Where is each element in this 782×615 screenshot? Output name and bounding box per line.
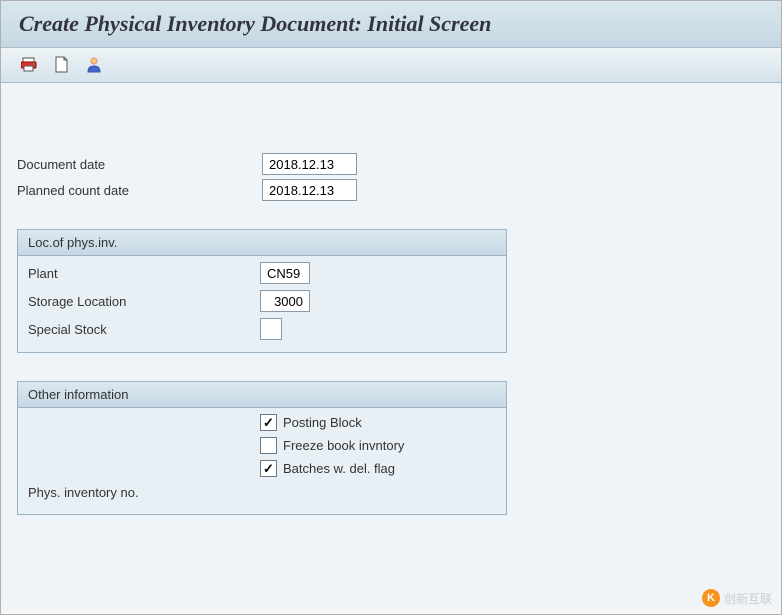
watermark-logo-icon: K xyxy=(702,589,720,607)
planned-count-input[interactable] xyxy=(262,179,357,201)
page-title: Create Physical Inventory Document: Init… xyxy=(19,11,763,37)
special-stock-row: Special Stock xyxy=(28,318,496,340)
storage-label: Storage Location xyxy=(28,292,260,311)
plant-input[interactable] xyxy=(260,262,310,284)
location-group-header: Loc.of phys.inv. xyxy=(18,230,506,256)
plant-row: Plant xyxy=(28,262,496,284)
header-bar: Create Physical Inventory Document: Init… xyxy=(1,1,781,48)
document-date-input[interactable] xyxy=(262,153,357,175)
storage-row: Storage Location xyxy=(28,290,496,312)
special-stock-label: Special Stock xyxy=(28,320,260,339)
watermark: K 创新互联 xyxy=(702,589,772,607)
other-info-header: Other information xyxy=(18,382,506,408)
storage-input[interactable] xyxy=(260,290,310,312)
toolbar xyxy=(1,48,781,83)
phys-inv-no-row: Phys. inventory no. xyxy=(28,483,496,502)
posting-block-checkbox[interactable]: ✓ xyxy=(260,414,277,431)
print-icon[interactable] xyxy=(19,54,41,76)
posting-block-label: Posting Block xyxy=(283,415,362,430)
freeze-book-checkbox[interactable] xyxy=(260,437,277,454)
planned-count-label: Planned count date xyxy=(17,181,262,200)
batches-row: ✓ Batches w. del. flag xyxy=(260,460,496,477)
document-icon[interactable] xyxy=(51,54,73,76)
batches-checkbox[interactable]: ✓ xyxy=(260,460,277,477)
freeze-book-row: Freeze book invntory xyxy=(260,437,496,454)
posting-block-row: ✓ Posting Block xyxy=(260,414,496,431)
content-area: Document date Planned count date Loc.of … xyxy=(1,83,781,606)
document-date-row: Document date xyxy=(17,153,765,175)
phys-inv-no-label: Phys. inventory no. xyxy=(28,483,260,502)
watermark-text: 创新互联 xyxy=(724,590,772,607)
special-stock-input[interactable] xyxy=(260,318,282,340)
location-group: Loc.of phys.inv. Plant Storage Location … xyxy=(17,229,507,353)
batches-label: Batches w. del. flag xyxy=(283,461,395,476)
user-icon[interactable] xyxy=(83,54,105,76)
freeze-book-label: Freeze book invntory xyxy=(283,438,404,453)
planned-count-row: Planned count date xyxy=(17,179,765,201)
other-info-group: Other information ✓ Posting Block Freeze… xyxy=(17,381,507,515)
plant-label: Plant xyxy=(28,264,260,283)
document-date-label: Document date xyxy=(17,155,262,174)
